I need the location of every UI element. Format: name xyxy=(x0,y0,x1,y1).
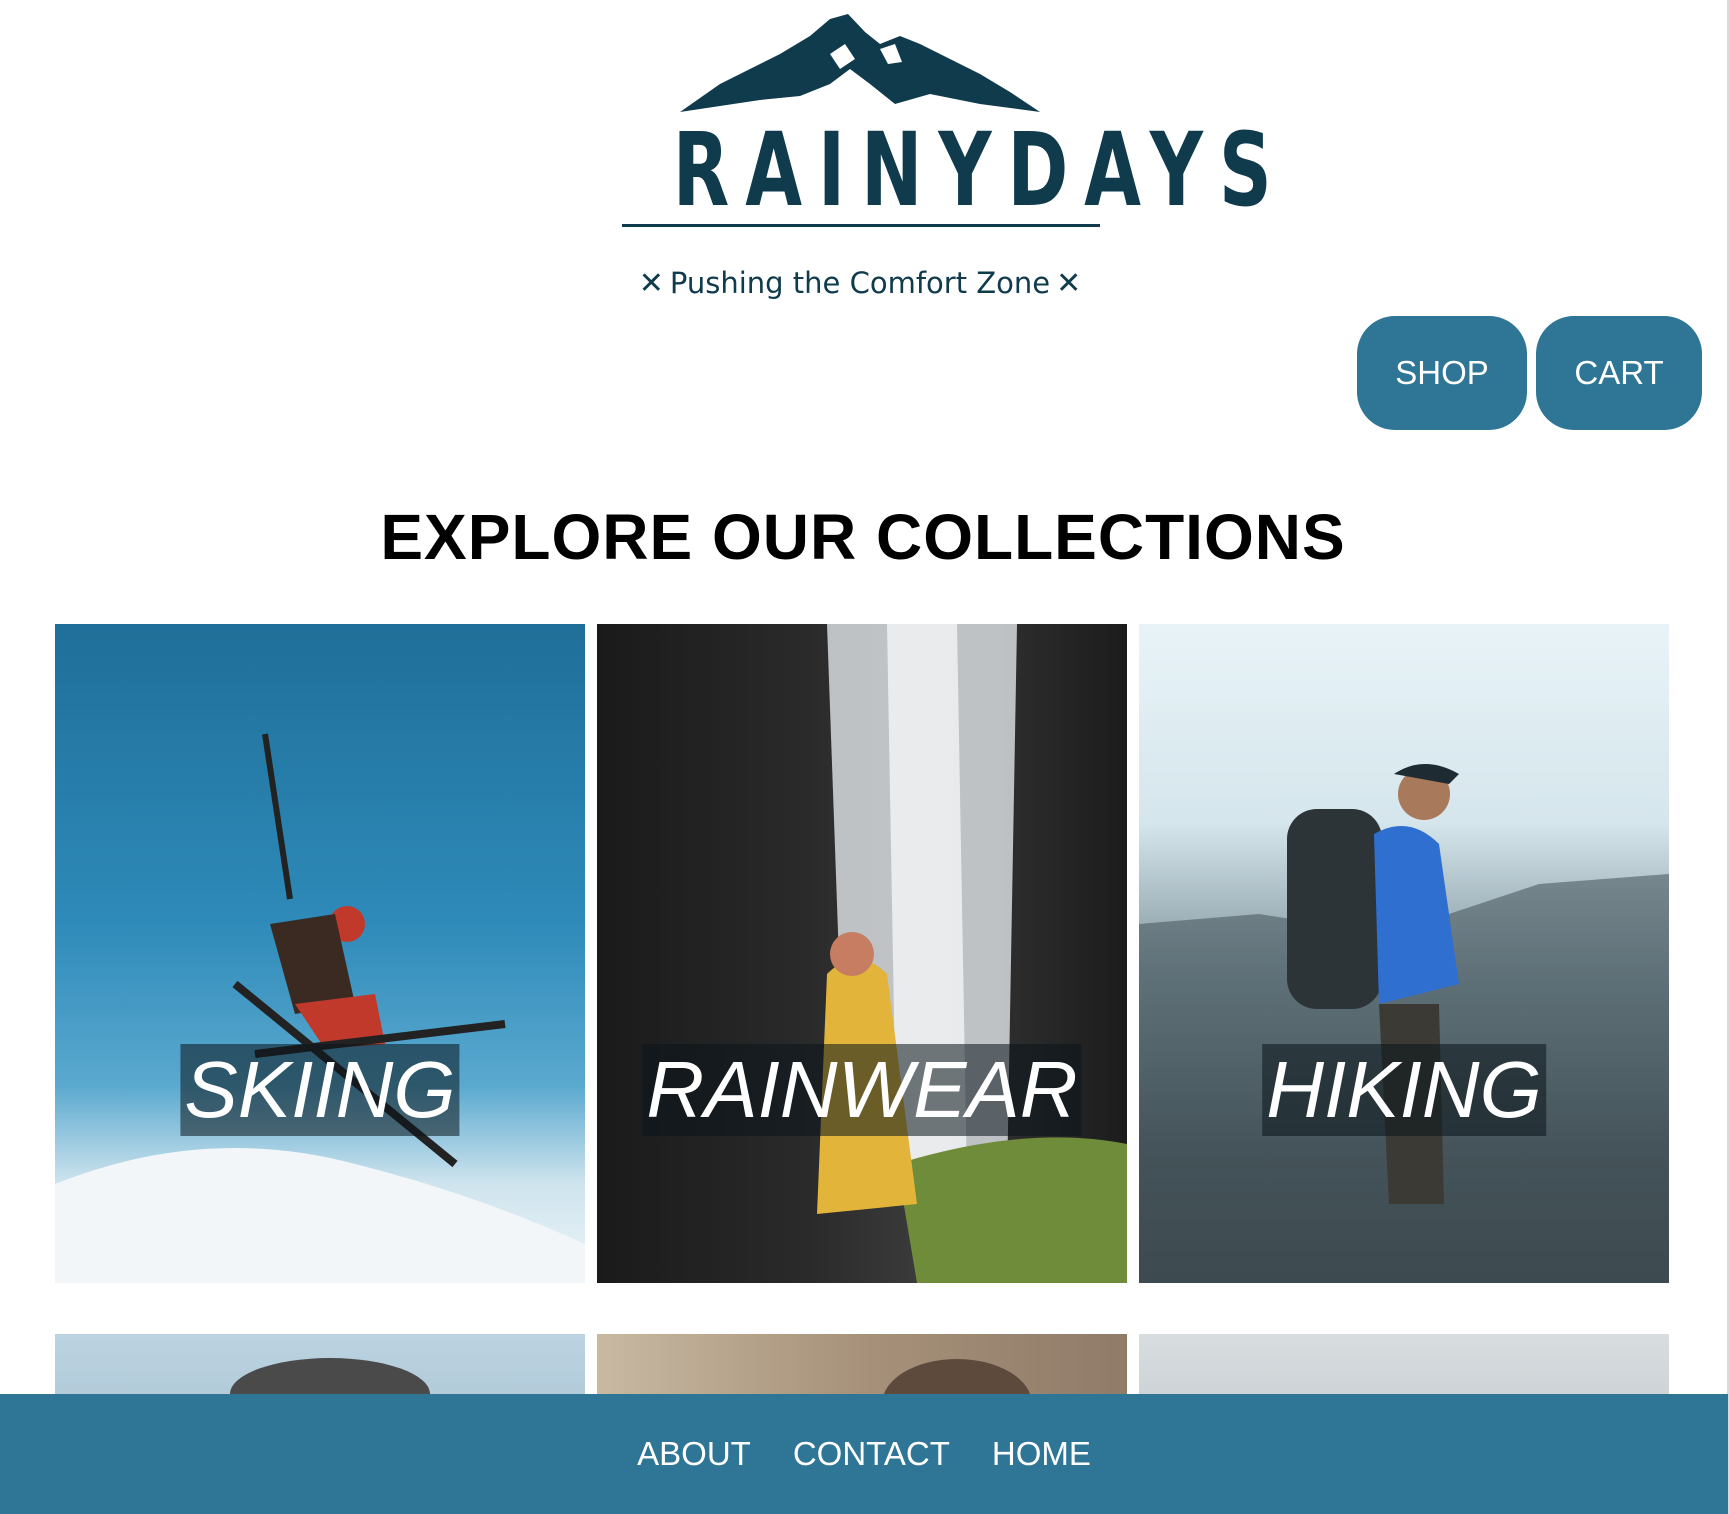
collection-label: HIKING xyxy=(1262,1044,1546,1136)
collection-label: RAINWEAR xyxy=(642,1044,1082,1136)
waterfall-icon xyxy=(817,624,1127,1283)
footer-link-contact[interactable]: CONTACT xyxy=(793,1435,950,1473)
footer-nav: ABOUT CONTACT HOME xyxy=(0,1394,1728,1514)
cart-button[interactable]: CART xyxy=(1536,316,1702,430)
mountain-icon xyxy=(680,14,1040,112)
shop-button[interactable]: SHOP xyxy=(1357,316,1527,430)
brand-wordmark: RAINYDAYS xyxy=(672,111,1288,230)
hiker-icon xyxy=(1139,764,1669,1283)
footer-link-home[interactable]: HOME xyxy=(992,1435,1091,1473)
logo-divider xyxy=(622,224,1100,227)
collection-tile-hiking[interactable]: HIKING xyxy=(1139,624,1669,1283)
collection-label: SKIING xyxy=(180,1044,460,1136)
page-title: EXPLORE OUR COLLECTIONS xyxy=(380,501,1346,573)
footer-link-about[interactable]: ABOUT xyxy=(637,1435,751,1473)
brand-logo[interactable]: RAINYDAYS ✕ Pushing the Comfort Zone ✕ xyxy=(600,14,1288,301)
tagline-text: Pushing the Comfort Zone xyxy=(669,266,1051,300)
cross-icon: ✕ xyxy=(638,266,664,301)
collection-tile-rainwear[interactable]: RAINWEAR xyxy=(597,624,1127,1283)
brand-tagline: ✕ Pushing the Comfort Zone ✕ xyxy=(600,266,1120,301)
collection-tile-skiing[interactable]: SKIING xyxy=(55,624,585,1283)
skier-icon xyxy=(55,733,585,1283)
cross-icon: ✕ xyxy=(1056,266,1082,301)
